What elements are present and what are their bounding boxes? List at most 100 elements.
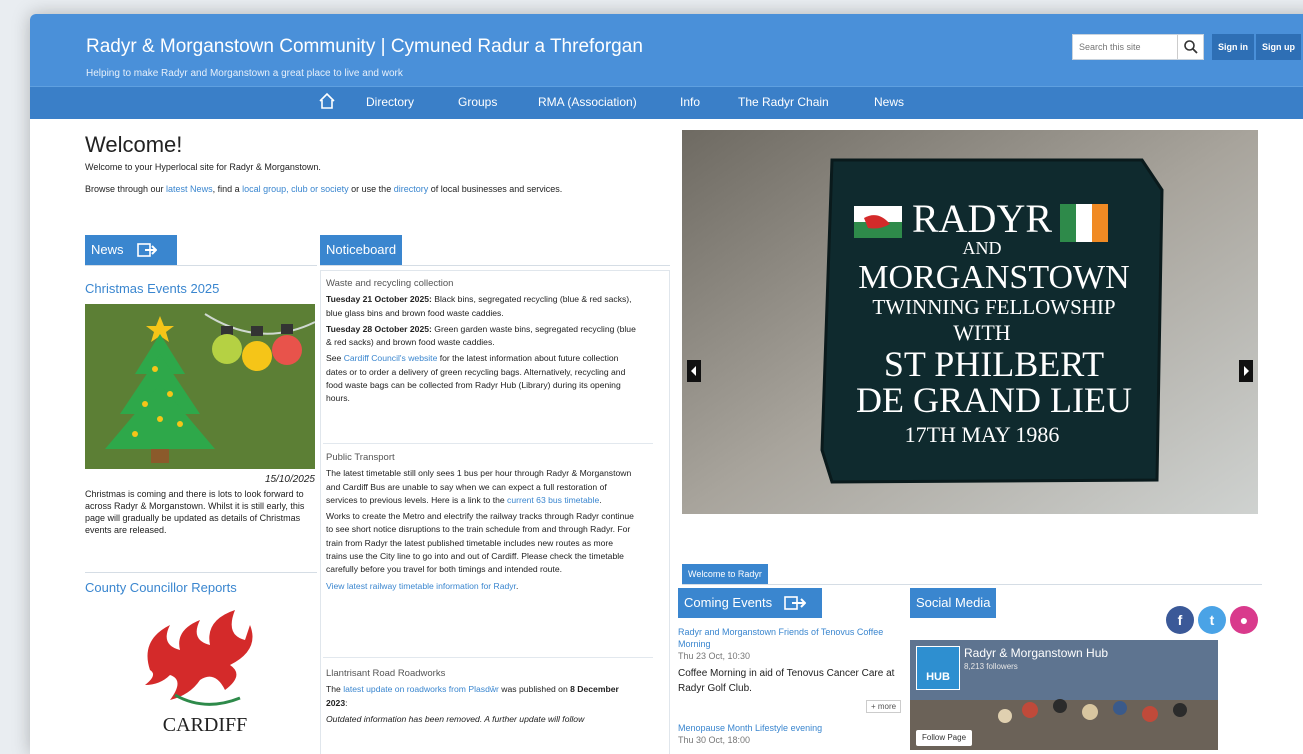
event-title-link[interactable]: Radyr and Morganstown Friends of Tenovus…: [678, 626, 904, 650]
search-icon: [1184, 40, 1198, 54]
cardiff-council-link[interactable]: Cardiff Council's website: [344, 353, 438, 363]
welcome-text: Browse through our: [85, 184, 167, 194]
notice-text: was published on: [498, 684, 571, 695]
notice-separator: [323, 443, 653, 444]
welcome-text: , find a: [212, 184, 243, 194]
roadworks-update-link[interactable]: latest update on roadworks from Plasdŵr: [343, 684, 499, 694]
notice-paragraph: See Cardiff Council's website for the la…: [326, 352, 636, 405]
plaque-line: TWINNING FELLOWSHIP: [872, 295, 1115, 319]
browser-frame: Radyr & Morganstown Community | Cymuned …: [30, 14, 1303, 754]
nav-radyr-chain[interactable]: The Radyr Chain: [738, 95, 829, 109]
social-icons: f t ●: [1166, 606, 1266, 636]
bus-timetable-link[interactable]: current 63 bus timetable: [507, 495, 599, 505]
notice-paragraph: The latest update on roadworks from Plas…: [326, 683, 636, 710]
search-button[interactable]: [1177, 35, 1204, 59]
coming-events-tab[interactable]: Coming Events: [678, 588, 822, 618]
facebook-page-name[interactable]: Radyr & Morganstown Hub: [964, 646, 1108, 660]
nav-rma[interactable]: RMA (Association): [538, 95, 637, 109]
nav-groups[interactable]: Groups: [458, 95, 497, 109]
notice-paragraph: The latest timetable still only sees 1 b…: [326, 467, 636, 507]
news-divider: [85, 572, 317, 573]
sign-in-button[interactable]: Sign in: [1212, 34, 1254, 60]
news-headline[interactable]: Christmas Events 2025: [85, 281, 219, 296]
follow-page-button[interactable]: Follow Page: [916, 730, 973, 746]
facebook-followers: 8,213 followers: [964, 662, 1018, 671]
plaque-line: DE GRAND LIEU: [856, 380, 1132, 420]
noticeboard-tab[interactable]: Noticeboard: [320, 235, 403, 265]
noticeboard-divider: [320, 265, 670, 266]
notice-transport: Public Transport The latest timetable st…: [326, 451, 636, 596]
twinning-plaque-image: RADYR AND MORGANSTOWN TWINNING FELLOWSHI…: [682, 130, 1258, 514]
notice-text: See: [326, 353, 344, 364]
christmas-image[interactable]: [85, 304, 315, 469]
notice-text: :: [345, 697, 348, 708]
welcome-to-radyr-tab[interactable]: Welcome to Radyr: [682, 564, 768, 584]
home-icon[interactable]: [318, 92, 336, 110]
welcome-browse: Browse through our latest News, find a l…: [85, 182, 655, 196]
main-nav: Directory Groups RMA (Association) Info …: [30, 86, 1303, 119]
notice-date: Tuesday 28 October 2025:: [326, 323, 432, 334]
welcome-text: or use the: [348, 184, 394, 194]
cardiff-council-logo[interactable]: CARDIFF: [130, 600, 280, 750]
social-media-tab[interactable]: Social Media: [910, 588, 997, 618]
event-description: Coffee Morning in aid of Tenovus Cancer …: [678, 668, 895, 694]
image-slideshow[interactable]: RADYR AND MORGANSTOWN TWINNING FELLOWSHI…: [682, 130, 1258, 514]
facebook-icon[interactable]: f: [1166, 606, 1194, 634]
notice-heading: Public Transport: [326, 452, 395, 463]
site-title[interactable]: Radyr & Morganstown Community | Cymuned …: [86, 36, 643, 58]
welsh-dragon-icon: [145, 610, 253, 706]
event-title-link[interactable]: Menopause Month Lifestyle evening: [678, 722, 904, 734]
welcome-text: of local businesses and services.: [428, 184, 563, 194]
notice-separator: [323, 657, 653, 658]
news-tab[interactable]: News: [85, 235, 177, 265]
facebook-page-widget[interactable]: HUB Radyr & Morganstown Hub 8,213 follow…: [910, 640, 1218, 750]
arrow-right-icon: [784, 596, 806, 610]
plaque-line: AND: [963, 238, 1002, 258]
railway-timetable-link[interactable]: View latest railway timetable informatio…: [326, 581, 516, 591]
page-content: Welcome! Welcome to your Hyperlocal site…: [30, 118, 1303, 754]
arrow-right-icon: [137, 243, 157, 257]
flickr-icon[interactable]: ●: [1230, 606, 1258, 634]
chevron-left-icon: [691, 366, 696, 376]
chevron-right-icon: [1244, 366, 1249, 376]
notice-paragraph: View latest railway timetable informatio…: [326, 580, 636, 593]
councillor-reports-heading[interactable]: County Councillor Reports: [85, 580, 237, 595]
notice-paragraph: Outdated information has been removed. A…: [326, 713, 585, 724]
notice-paragraph: Tuesday 21 October 2025: Black bins, seg…: [326, 293, 636, 320]
slideshow-next-button[interactable]: [1239, 360, 1253, 382]
noticeboard-panel: Waste and recycling collection Tuesday 2…: [320, 270, 670, 754]
more-button[interactable]: + more: [866, 700, 902, 713]
plaque-line: ST PHILBERT: [884, 344, 1104, 384]
plaque-line: MORGANSTOWN: [858, 259, 1129, 296]
nav-directory[interactable]: Directory: [366, 95, 414, 109]
notice-waste: Waste and recycling collection Tuesday 2…: [326, 277, 636, 409]
notice-paragraph: Works to create the Metro and electrify …: [326, 511, 634, 575]
search-input[interactable]: [1073, 35, 1175, 59]
news-date: 15/10/2025: [264, 474, 315, 485]
site-tagline: Helping to make Radyr and Morganstown a …: [86, 68, 403, 79]
events-divider: [682, 584, 1262, 585]
slideshow-prev-button[interactable]: [687, 360, 701, 382]
sign-up-button[interactable]: Sign up: [1256, 34, 1301, 60]
directory-link[interactable]: directory: [394, 184, 429, 194]
notice-paragraph: Tuesday 28 October 2025: Green garden wa…: [326, 323, 636, 350]
notice-heading: Waste and recycling collection: [326, 278, 454, 289]
news-summary: Christmas is coming and there is lots to…: [85, 489, 305, 535]
notice-heading: Llantrisant Road Roadworks: [326, 668, 446, 679]
event-date: Thu 23 Oct, 10:30: [678, 651, 751, 661]
news-divider: [85, 265, 317, 266]
hub-logo: HUB: [916, 646, 960, 690]
local-group-link[interactable]: local group, club or society: [242, 184, 349, 194]
notice-date: Tuesday 21 October 2025:: [326, 294, 432, 305]
notice-roadworks: Llantrisant Road Roadworks The latest up…: [326, 667, 636, 729]
notice-text: The: [326, 684, 344, 695]
welcome-intro: Welcome to your Hyperlocal site for Rady…: [85, 162, 321, 172]
nav-news[interactable]: News: [874, 95, 904, 109]
twitter-icon[interactable]: t: [1198, 606, 1226, 634]
event-date: Thu 30 Oct, 18:00: [678, 735, 751, 745]
coming-events-label: Coming Events: [684, 595, 773, 610]
latest-news-link[interactable]: latest News: [166, 184, 213, 194]
welcome-title: Welcome!: [85, 132, 183, 157]
christmas-tree-illustration: [105, 313, 315, 463]
nav-info[interactable]: Info: [680, 95, 700, 109]
